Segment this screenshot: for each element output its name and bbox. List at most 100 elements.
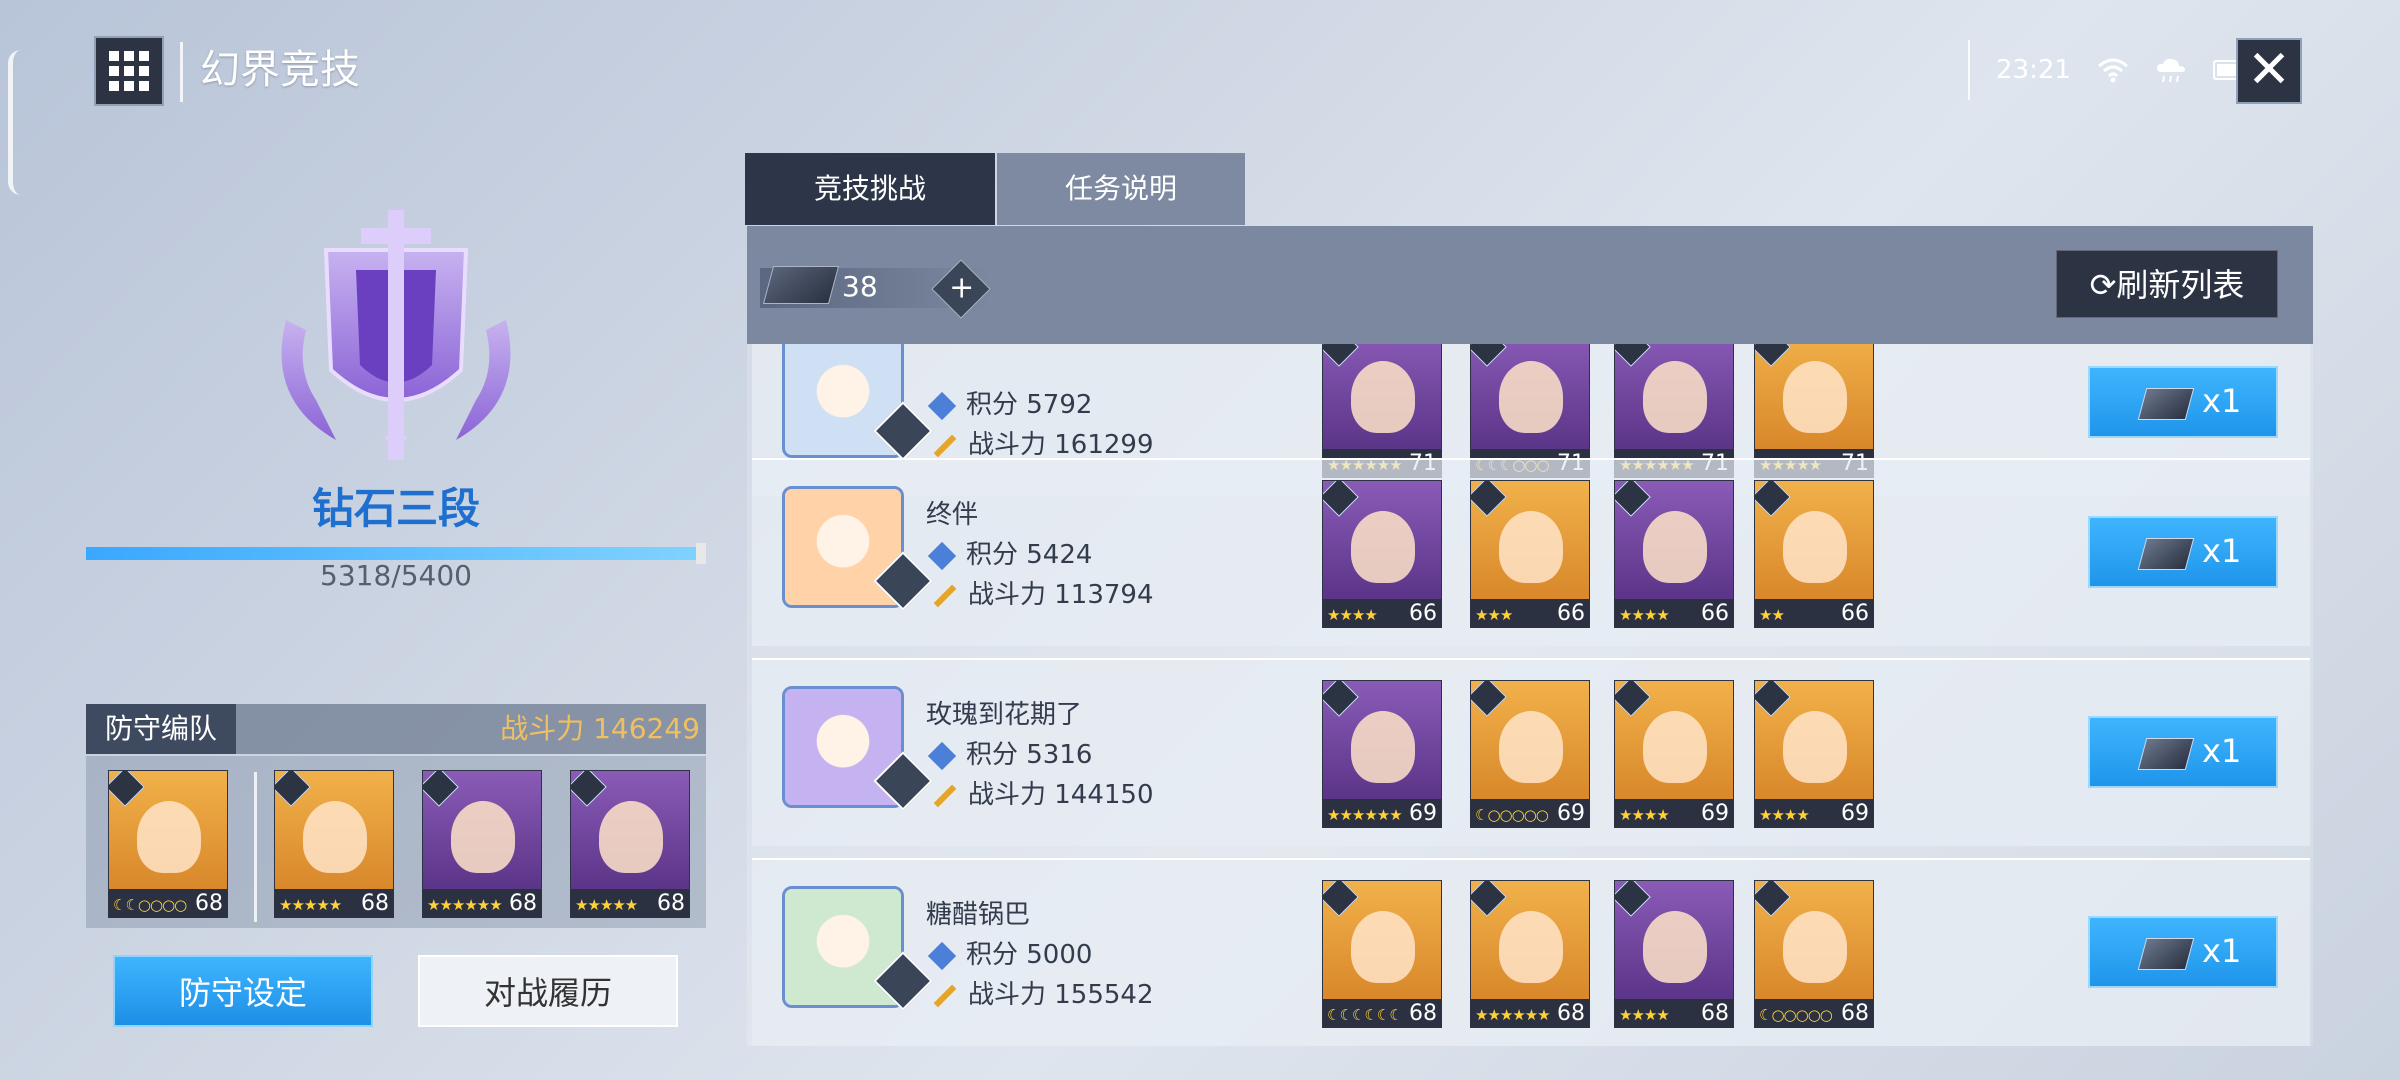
opponent-row[interactable]: 终伴 积分 5424 战斗力 113794 x1 ★★★★ 66 ★★★ 66 ★★★★ 66 ★★… xyxy=(752,458,2310,646)
challenge-button[interactable]: x1 xyxy=(2088,516,2278,588)
hero-star-rating: ★★★ xyxy=(1475,606,1513,624)
ticket-icon xyxy=(762,266,840,304)
sword-icon xyxy=(933,584,957,607)
hero-level: 68 xyxy=(1557,1001,1585,1026)
ticket-cost: x1 xyxy=(2202,382,2242,420)
edge-swipe-indicator xyxy=(8,50,21,195)
sword-icon xyxy=(933,434,957,457)
hero-card: ★★ 66 xyxy=(1754,480,1874,628)
refresh-icon: ⟳ xyxy=(2089,266,2117,304)
clock: 23:21 xyxy=(1996,55,2071,85)
ticket-cost: x1 xyxy=(2202,932,2242,970)
opponent-score: 积分 5000 xyxy=(927,934,1093,971)
hero-star-rating: ★★★★★★ xyxy=(1475,1006,1551,1024)
page-title: 幻界竞技 xyxy=(200,47,360,93)
refresh-label: 刷新列表 xyxy=(2116,266,2245,304)
opponent-power: 战斗力 161299 xyxy=(932,424,1154,461)
hero-star-rating: ☾☾○○○○ xyxy=(113,896,187,914)
hero-star-rating: ☾○○○○○ xyxy=(1475,806,1549,824)
ticket-icon xyxy=(2137,938,2195,970)
hero-level: 69 xyxy=(1409,801,1437,826)
opponent-score-text: 积分 5316 xyxy=(966,740,1093,770)
score-icon xyxy=(927,541,957,570)
opponent-score: 积分 5424 xyxy=(927,534,1093,571)
grid-menu-icon[interactable] xyxy=(94,36,164,106)
opponent-power-text: 战斗力 161299 xyxy=(968,430,1154,460)
hero-card: ☾○○○○○ 68 xyxy=(1754,880,1874,1028)
opponent-score-text: 积分 5000 xyxy=(966,940,1093,970)
ticket-count: 38 xyxy=(842,270,878,303)
defense-setup-button[interactable]: 防守设定 xyxy=(113,955,373,1027)
hero-level: 68 xyxy=(1701,1001,1729,1026)
hero-card: ★★★★ 69 xyxy=(1754,680,1874,828)
hero-card: ★★★★ 66 xyxy=(1322,480,1442,628)
battle-history-button[interactable]: 对战履历 xyxy=(418,955,678,1027)
hero-card: ★★★★★★ 68 xyxy=(1470,880,1590,1028)
opponent-score-text: 积分 5792 xyxy=(966,390,1093,420)
opponent-name: 玫瑰到花期了 xyxy=(926,700,1083,730)
opponent-power-text: 战斗力 144150 xyxy=(968,780,1154,810)
hero-star-rating: ★★★★★★ xyxy=(1327,806,1403,824)
plus-icon: + xyxy=(949,270,975,306)
opponent-name: 糖醋锅巴 xyxy=(926,900,1031,930)
hero-card: ★★★★ 68 xyxy=(1614,880,1734,1028)
defense-team-divider xyxy=(254,772,257,922)
hero-card: ★★★★★ 68 xyxy=(274,770,394,918)
challenge-button[interactable]: x1 xyxy=(2088,916,2278,988)
ticket-icon xyxy=(2137,538,2195,570)
weather-icon xyxy=(2156,58,2185,83)
rank-emblem xyxy=(281,210,511,460)
hero-card: ★★★★ 66 xyxy=(1614,480,1734,628)
ticket-icon xyxy=(2137,738,2195,770)
opponent-power: 战斗力 144150 xyxy=(932,774,1154,811)
hero-card: ☾○○○○○ 69 xyxy=(1470,680,1590,828)
sword-icon xyxy=(933,984,957,1007)
hero-level: 69 xyxy=(1701,801,1729,826)
rank-name: 钻石三段 xyxy=(311,484,480,533)
hero-star-rating: ★★★★★ xyxy=(575,896,638,914)
hero-card: ☾☾☾☾☾☾ 68 xyxy=(1322,880,1442,1028)
opponent-score: 积分 5316 xyxy=(927,734,1093,771)
hero-level: 68 xyxy=(1841,1001,1869,1026)
hero-star-rating: ★★★★ xyxy=(1759,806,1810,824)
defense-team-title: 防守编队 xyxy=(86,704,236,754)
hero-card: ★★★★★ 68 xyxy=(570,770,690,918)
hero-level: 66 xyxy=(1841,601,1869,626)
status-bar: 23:21 xyxy=(1968,40,2255,100)
ticket-icon xyxy=(2137,388,2195,420)
close-icon[interactable]: ✕ xyxy=(2236,38,2302,104)
ticket-cost: x1 xyxy=(2202,532,2242,570)
hero-level: 68 xyxy=(361,891,389,916)
hero-card: ☾☾○○○○ 68 xyxy=(108,770,228,918)
opponent-power-text: 战斗力 113794 xyxy=(968,580,1154,610)
hero-level: 68 xyxy=(1409,1001,1437,1026)
hero-card: ★★★ 66 xyxy=(1470,480,1590,628)
score-icon xyxy=(927,391,957,420)
hero-level: 69 xyxy=(1557,801,1585,826)
tab-task-description[interactable]: 任务说明 xyxy=(997,153,1245,225)
hero-star-rating: ★★★★ xyxy=(1619,806,1670,824)
defense-team-power: 战斗力 146249 xyxy=(500,712,700,745)
opponent-score: 积分 5792 xyxy=(927,384,1093,421)
hero-card: ★★★★★★ 69 xyxy=(1322,680,1442,828)
tab-arena-challenge[interactable]: 竞技挑战 xyxy=(745,153,995,225)
hero-card: ★★★★★★ 68 xyxy=(422,770,542,918)
opponent-row[interactable]: 糖醋锅巴 积分 5000 战斗力 155542 x1 ☾☾☾☾☾☾ 68 ★★★★★★ 68 ★… xyxy=(752,858,2310,1046)
opponent-power: 战斗力 113794 xyxy=(932,574,1154,611)
hero-star-rating: ☾☾☾☾☾☾ xyxy=(1327,1006,1403,1024)
opponent-list[interactable]: 积分 5792战斗力 161299x1★★★★★★71☾☾☾○○○71★★★★★… xyxy=(752,344,2310,1046)
opponent-power-text: 战斗力 155542 xyxy=(968,980,1154,1010)
title-divider xyxy=(180,42,183,102)
challenge-button[interactable]: x1 xyxy=(2088,716,2278,788)
hero-level: 69 xyxy=(1841,801,1869,826)
refresh-list-button[interactable]: ⟳刷新列表 xyxy=(2056,250,2278,318)
opponent-row[interactable]: 玫瑰到花期了积分 5316 战斗力 144150 x1 ★★★★★★ 69 ☾○○○○○ 6… xyxy=(752,658,2310,846)
opponent-score-text: 积分 5424 xyxy=(966,540,1093,570)
hero-star-rating: ★★★★★★ xyxy=(427,896,503,914)
rank-score: 5318/5400 xyxy=(320,559,472,592)
hero-star-rating: ☾○○○○○ xyxy=(1759,1006,1833,1024)
hero-star-rating: ★★ xyxy=(1759,606,1785,624)
hero-card: ★★★★ 69 xyxy=(1614,680,1734,828)
rank-progress-cap xyxy=(696,543,706,564)
challenge-button[interactable]: x1 xyxy=(2088,366,2278,438)
